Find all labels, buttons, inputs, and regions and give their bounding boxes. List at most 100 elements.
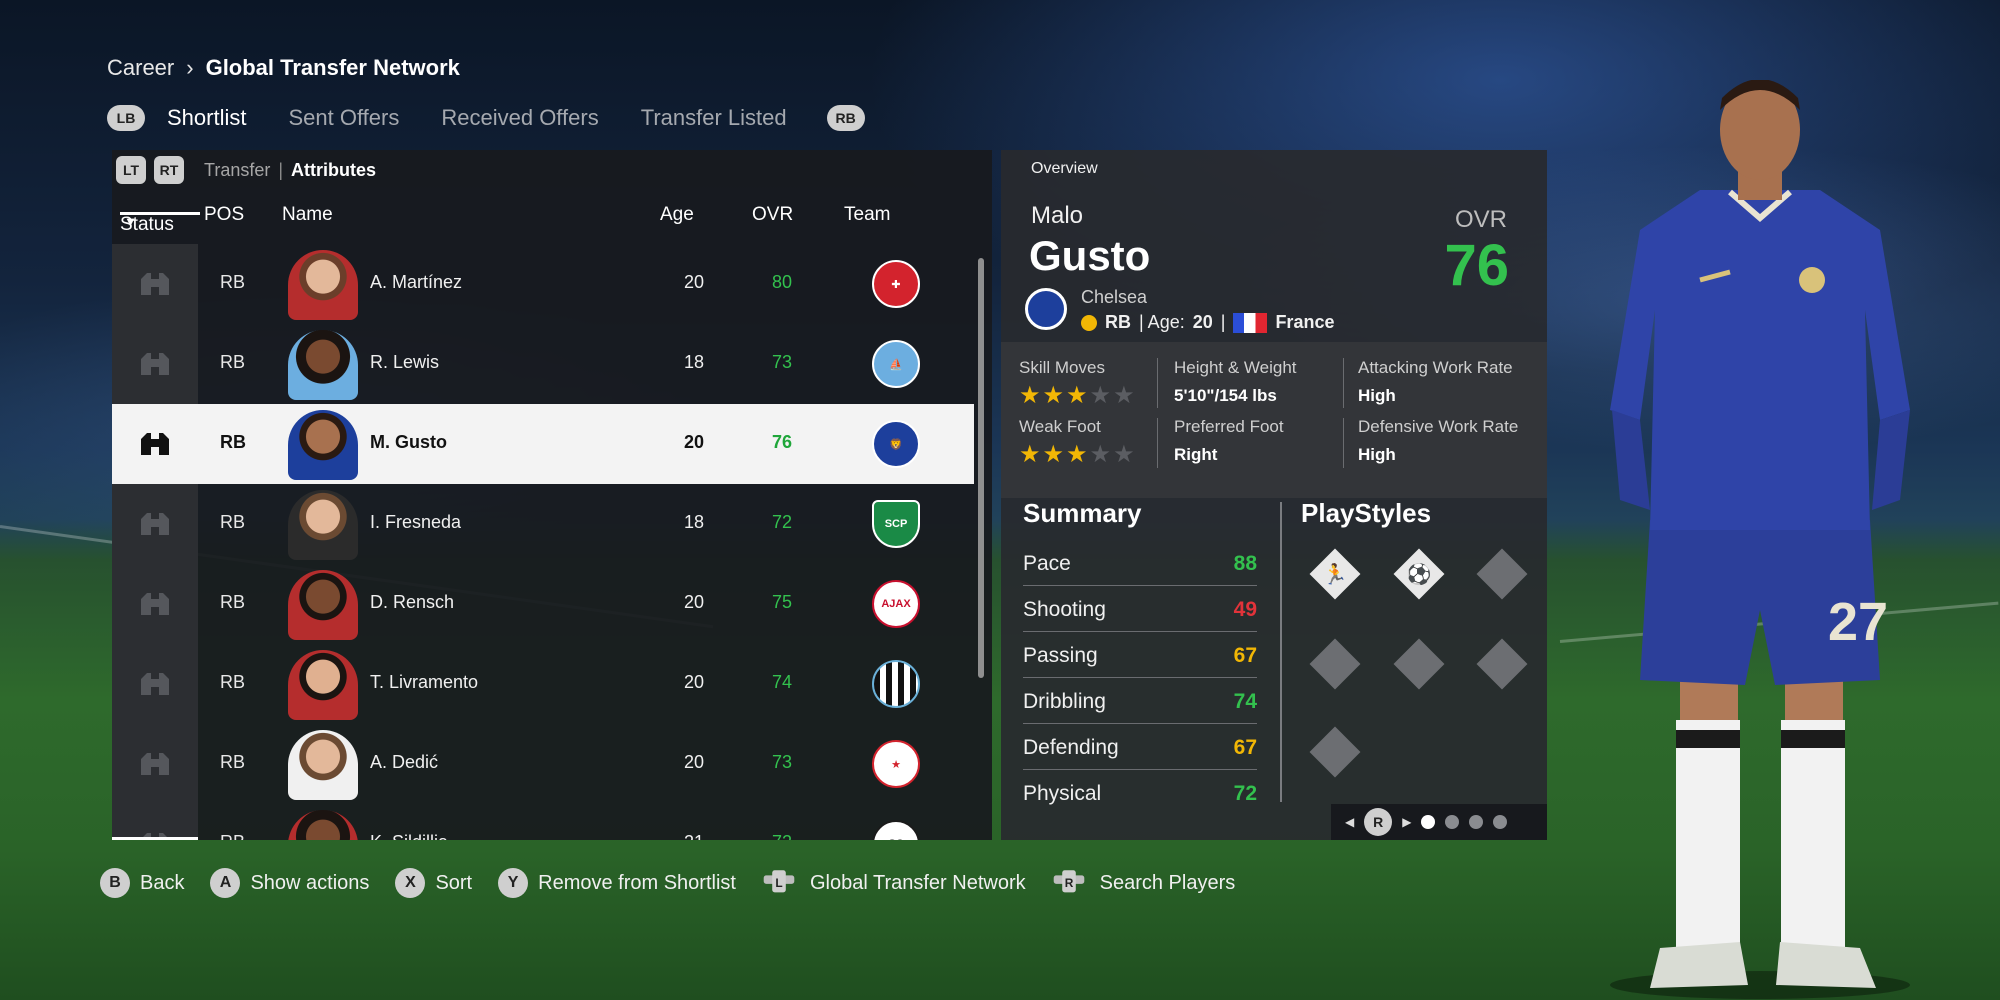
player-nation: France — [1275, 312, 1335, 332]
playstyle-runner-icon: 🏃 — [1322, 563, 1348, 586]
height-weight: Height & Weight 5'10"/154 lbs — [1174, 358, 1297, 406]
rb-button-icon[interactable]: RB — [826, 105, 865, 131]
column-header-pos[interactable]: POS — [204, 204, 244, 226]
r-stick-button-icon[interactable]: R — [1364, 808, 1393, 836]
player-name: I. Fresneda — [370, 512, 462, 532]
skill-moves: Skill Moves ★ ★ ★ ★ ★ — [1019, 358, 1135, 408]
freiburg-crest-icon: SC — [872, 820, 920, 840]
table-row-selected[interactable]: RB M. Gusto 20 76 🦁 — [112, 404, 974, 484]
france-flag-icon — [1233, 312, 1268, 333]
breadcrumb-root[interactable]: Career — [107, 55, 174, 81]
back-prompt[interactable]: B Back — [100, 868, 184, 898]
stat-value: 67 — [1233, 736, 1257, 759]
attacking-work-rate-value: High — [1358, 386, 1396, 405]
player-ovr: 72 — [771, 512, 792, 532]
binoculars-icon — [112, 244, 198, 324]
prompt-label: Sort — [435, 871, 473, 894]
tab-shortlist[interactable]: Shortlist — [167, 105, 246, 131]
table-row[interactable]: RB K. Sildillia 21 72 SC — [112, 804, 974, 840]
lt-button-icon[interactable]: LT — [116, 156, 146, 184]
page-dot[interactable] — [1469, 815, 1484, 829]
global-transfer-network-prompt[interactable]: L Global Transfer Network — [762, 866, 1026, 900]
y-button-icon: Y — [498, 868, 529, 898]
tab-sent-offers[interactable]: Sent Offers — [288, 105, 399, 131]
player-ovr: 75 — [771, 592, 792, 612]
player-age: 20 — [683, 752, 704, 772]
column-header-team[interactable]: Team — [844, 204, 890, 226]
table-row[interactable]: RB A. Martínez 20 80 ✚ — [112, 244, 974, 324]
player-age: 20 — [683, 432, 704, 452]
show-actions-prompt[interactable]: A Show actions — [210, 868, 369, 898]
playstyle-slot[interactable]: 🏃 — [1309, 548, 1361, 600]
player-portrait — [288, 410, 358, 480]
stat-row-defending: Defending 67 — [1023, 724, 1257, 770]
page-dot[interactable] — [1493, 815, 1508, 829]
playstyle-empty-slot — [1476, 638, 1528, 690]
player-position: RB — [220, 672, 246, 692]
player-position: RB — [220, 432, 246, 452]
stat-row-dribbling: Dribbling 74 — [1023, 678, 1257, 724]
table-row[interactable]: RB R. Lewis 18 73 ⛵ — [112, 324, 974, 404]
column-header-status[interactable]: Status ▼ — [120, 204, 200, 235]
table-row[interactable]: RB I. Fresneda 18 72 SCP — [112, 484, 974, 564]
lb-button-icon[interactable]: LB — [107, 105, 145, 131]
stat-label: Physical — [1023, 782, 1102, 805]
tab-transfer-listed[interactable]: Transfer Listed — [641, 105, 787, 131]
player-name: D. Rensch — [370, 592, 455, 612]
star-icon: ★ — [1019, 441, 1041, 468]
chevron-right-icon[interactable]: ▶ — [1402, 815, 1411, 829]
subtab-attributes[interactable]: Attributes — [291, 160, 376, 181]
player-portrait — [288, 330, 358, 400]
rt-button-icon[interactable]: RT — [154, 156, 184, 184]
stat-label: Defending — [1023, 736, 1119, 759]
column-header-name[interactable]: Name — [282, 204, 333, 226]
attacking-work-rate-label: Attacking Work Rate — [1358, 358, 1513, 377]
player-name: T. Livramento — [370, 672, 479, 692]
player-model-render: 27 — [1610, 80, 1910, 999]
chelsea-crest-icon: 🦁 — [872, 420, 920, 468]
tab-bar: LB Shortlist Sent Offers Received Offers… — [107, 103, 865, 133]
left-stick-icon: L — [762, 866, 796, 900]
player-portrait — [288, 810, 358, 840]
ajax-crest-icon: AJAX — [872, 580, 920, 628]
table-row[interactable]: RB A. Dedić 20 73 ★ — [112, 724, 974, 804]
overview-label: Overview — [1031, 160, 1098, 177]
playstyle-slot[interactable]: ⚽ — [1393, 548, 1445, 600]
column-header-age[interactable]: Age — [660, 204, 694, 226]
subtab-transfer[interactable]: Transfer — [204, 160, 270, 181]
a-button-icon: A — [210, 868, 241, 898]
star-icon: ★ — [1042, 382, 1065, 409]
remove-from-shortlist-prompt[interactable]: Y Remove from Shortlist — [498, 868, 736, 898]
page-navigator: ◀ R ▶ — [1331, 804, 1547, 840]
sort-prompt[interactable]: X Sort — [395, 868, 472, 898]
chevron-left-icon[interactable]: ◀ — [1345, 815, 1354, 829]
stat-row-shooting: Shooting 49 — [1023, 586, 1257, 632]
page-dot-active[interactable] — [1421, 815, 1436, 829]
subtab-divider: | — [278, 159, 284, 180]
column-header-ovr[interactable]: OVR — [752, 204, 793, 226]
player-name: K. Sildillia — [370, 832, 448, 840]
star-icon: ★ — [1042, 441, 1065, 468]
player-ovr: 72 — [732, 832, 792, 840]
stat-value: 88 — [1233, 552, 1257, 575]
table-row[interactable]: RB D. Rensch 20 75 AJAX — [112, 564, 974, 644]
tab-received-offers[interactable]: Received Offers — [441, 105, 598, 131]
player-age: 20 — [1192, 312, 1213, 332]
height-weight-label: Height & Weight — [1174, 358, 1297, 377]
table-row[interactable]: RB T. Livramento 20 74 — [112, 644, 974, 724]
stat-label: Dribbling — [1023, 690, 1106, 713]
prompt-label: Remove from Shortlist — [538, 871, 736, 894]
breadcrumb: Career › Global Transfer Network — [107, 55, 460, 81]
search-players-prompt[interactable]: R Search Players — [1052, 866, 1236, 900]
star-icon: ★ — [1066, 382, 1088, 409]
prompt-label: Show actions — [250, 871, 370, 894]
prompt-label: Search Players — [1099, 871, 1236, 894]
page-dot[interactable] — [1445, 815, 1460, 829]
chelsea-badge-icon — [1025, 288, 1067, 330]
player-position: RB — [220, 512, 246, 532]
player-ovr: 73 — [771, 752, 792, 772]
scrollbar[interactable] — [978, 258, 984, 678]
player-age: 20 — [683, 272, 704, 292]
height-weight-value: 5'10"/154 lbs — [1174, 386, 1277, 405]
player-age: 18 — [683, 352, 704, 372]
